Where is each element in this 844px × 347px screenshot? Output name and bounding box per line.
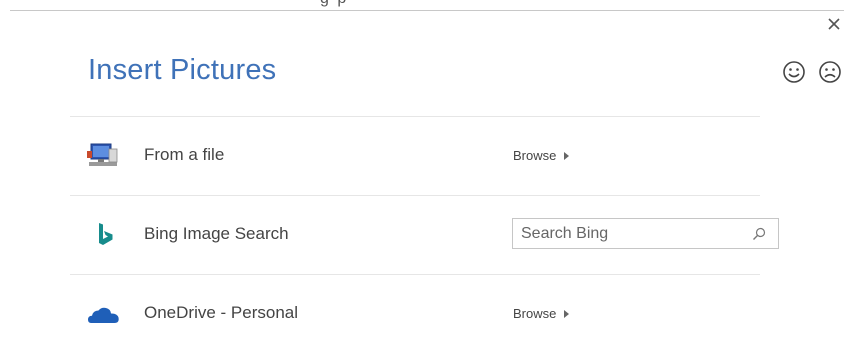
browse-button[interactable]: Browse	[513, 148, 570, 163]
bing-logo-icon	[99, 223, 113, 245]
bing-search-box	[512, 218, 779, 249]
source-label: OneDrive - Personal	[144, 303, 299, 322]
source-label: From a file	[144, 145, 225, 164]
feedback-buttons	[782, 60, 842, 84]
frown-face-icon[interactable]	[818, 60, 842, 84]
close-icon[interactable]	[826, 16, 842, 32]
source-row-from-file: From a file Browse	[70, 117, 790, 195]
chevron-right-icon	[564, 151, 570, 160]
dialog-title: Insert Pictures	[88, 54, 277, 86]
browse-button[interactable]: Browse	[513, 306, 570, 321]
onedrive-cloud-icon	[88, 307, 119, 323]
search-input[interactable]	[513, 219, 751, 248]
browse-label: Browse	[513, 306, 557, 321]
computer-file-icon	[87, 143, 118, 166]
browse-label: Browse	[513, 148, 557, 163]
search-icon[interactable]	[752, 227, 766, 241]
chevron-right-icon	[564, 309, 570, 318]
window-title-fragment: g p	[320, 0, 348, 8]
insert-pictures-dialog: g p Insert Pictures From a	[0, 0, 844, 347]
source-label: Bing Image Search	[144, 224, 289, 243]
window-top-edge: g p	[10, 0, 844, 11]
source-row-bing: Bing Image Search	[70, 196, 790, 274]
source-row-onedrive: OneDrive - Personal Browse	[70, 275, 790, 347]
smiley-face-icon[interactable]	[782, 60, 806, 84]
